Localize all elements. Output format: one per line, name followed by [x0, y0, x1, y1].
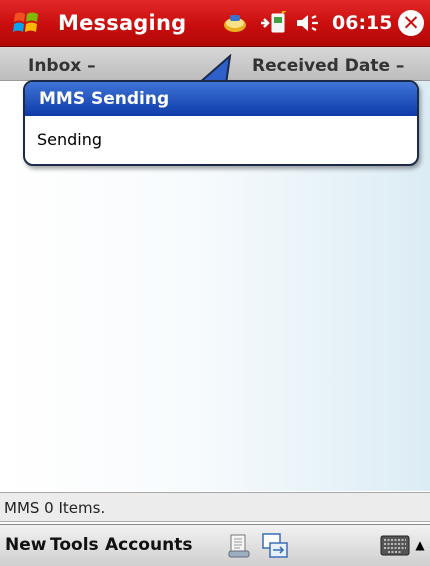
- notification-bubble[interactable]: MMS Sending Sending: [23, 80, 419, 166]
- menu-accounts[interactable]: Accounts: [105, 535, 192, 555]
- sort-dropdown[interactable]: Received Date –: [252, 56, 404, 76]
- clock[interactable]: 06:15: [332, 12, 392, 34]
- app-title: Messaging: [58, 11, 187, 35]
- start-logo-icon[interactable]: [12, 9, 42, 37]
- folder-dropdown[interactable]: Inbox –: [28, 56, 96, 76]
- document-icon[interactable]: [226, 533, 252, 559]
- forward-icon[interactable]: [260, 531, 290, 561]
- notification-icon[interactable]: [222, 11, 248, 35]
- speaker-icon[interactable]: [294, 11, 326, 35]
- menu-tools[interactable]: Tools: [50, 535, 99, 555]
- keyboard-icon[interactable]: [380, 535, 410, 556]
- close-icon[interactable]: ✕: [398, 10, 424, 36]
- bubble-title: MMS Sending: [25, 82, 417, 116]
- menu-new[interactable]: New: [5, 535, 46, 555]
- status-line: MMS 0 Items.: [0, 492, 430, 522]
- connectivity-icon[interactable]: [258, 11, 288, 35]
- up-arrow-icon[interactable]: ▲: [412, 535, 428, 556]
- menu-bar: New Tools Accounts ▲: [0, 524, 430, 566]
- title-bar: Messaging 06:15 ✕: [0, 0, 430, 47]
- bubble-message: Sending: [37, 130, 103, 149]
